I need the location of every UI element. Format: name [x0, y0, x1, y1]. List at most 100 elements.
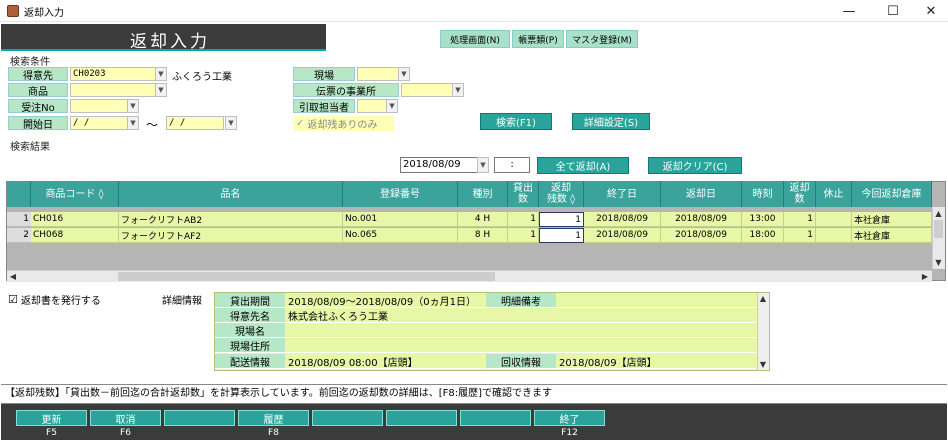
col-header-return-warehouse: 今回返却倉庫: [852, 181, 932, 207]
col-header-end-date: 終了日: [584, 181, 661, 207]
maximize-button[interactable]: ☐: [874, 0, 912, 22]
cell-product-name: フォークリフトAB2: [119, 212, 343, 227]
col-header-remain-count[interactable]: 返却 残数 ◊: [539, 181, 584, 207]
shohin-dropdown[interactable]: ▼: [155, 83, 167, 97]
scroll-down-icon[interactable]: ▼: [932, 256, 945, 268]
haiso-value: 2018/08/09 08:00【店頭】: [285, 354, 485, 369]
detail-settings-button[interactable]: 詳細設定(S): [572, 113, 650, 130]
denpyo-dropdown[interactable]: ▼: [452, 83, 464, 97]
cell-lend-count: 1: [508, 228, 539, 243]
tokuisaki-name: ふくろう工業: [172, 72, 232, 83]
scroll-right-icon[interactable]: ▶: [919, 270, 931, 282]
date-range-tilde: 〜: [146, 118, 159, 132]
genba-label: 現場: [293, 67, 355, 82]
return-clear-button[interactable]: 返却クリア(C): [648, 157, 742, 174]
col-header-kind: 種別: [458, 181, 508, 207]
return-date-input[interactable]: 2018/08/09: [400, 157, 478, 173]
cell-return-warehouse[interactable]: 本社倉庫: [852, 212, 932, 227]
cell-row-num: 1: [7, 212, 31, 227]
tokuisaki-dropdown[interactable]: ▼: [155, 67, 167, 81]
cell-time[interactable]: 18:00: [742, 228, 784, 243]
fkey-button-3[interactable]: [164, 410, 235, 426]
cell-return-date[interactable]: 2018/08/09: [661, 212, 742, 227]
cell-product-name: フォークリフトAF2: [119, 228, 343, 243]
menu-shori[interactable]: 処理画面(N): [440, 30, 510, 48]
date-from-input[interactable]: / /: [70, 116, 128, 130]
title-bar: [0, 0, 948, 22]
cell-product-code: CH016: [31, 212, 119, 227]
cell-return-warehouse[interactable]: 本社倉庫: [852, 228, 932, 243]
cell-time[interactable]: 13:00: [742, 212, 784, 227]
return-date-dropdown[interactable]: ▼: [477, 157, 489, 173]
close-button[interactable]: ✕: [912, 0, 948, 22]
date-to-input[interactable]: / /: [166, 116, 224, 130]
fkey-button-4[interactable]: 履歴: [238, 410, 309, 426]
genba-dropdown[interactable]: ▼: [398, 67, 410, 81]
tokuisaki-name-value: 株式会社ふくろう工業: [285, 308, 756, 323]
fkey-button-2[interactable]: 取消: [90, 410, 161, 426]
cell-return-count[interactable]: 1: [784, 212, 816, 227]
juchu-input[interactable]: [70, 99, 128, 113]
fkey-button-6[interactable]: [386, 410, 457, 426]
tokuisaki-label: 得意先: [8, 67, 68, 82]
chevron-down-icon: ▼: [130, 119, 136, 127]
fkey-button-8[interactable]: 終了: [534, 410, 605, 426]
col-header-time: 時刻: [742, 181, 784, 207]
cell-remain-count[interactable]: 1: [539, 228, 584, 243]
grid-hscroll-thumb[interactable]: [118, 272, 495, 281]
minimize-button[interactable]: —: [830, 0, 868, 22]
henkyaku-only-label: 返却残ありのみ: [307, 120, 378, 131]
date-to-dropdown[interactable]: ▼: [225, 116, 237, 130]
fkey-button-7[interactable]: [460, 410, 531, 426]
result-section-label: 検索結果: [10, 142, 50, 153]
scroll-up-icon[interactable]: ▲: [932, 207, 945, 219]
col-header-lend-count: 貸出 数: [508, 181, 539, 207]
shohin-input[interactable]: [70, 83, 156, 97]
chevron-down-icon: ▼: [389, 102, 395, 110]
menu-master[interactable]: マスタ登録(M): [566, 30, 638, 48]
all-return-button[interactable]: 全て返却(A): [537, 157, 629, 174]
grid-vscroll-thumb[interactable]: [934, 220, 943, 238]
fkey-label-4: F8: [268, 428, 279, 438]
col-header-product-code[interactable]: 商品コード ◊: [31, 181, 119, 207]
shohin-label: 商品: [8, 83, 68, 98]
app-icon: [7, 5, 19, 17]
denpyo-input[interactable]: [401, 83, 453, 97]
kaishi-label: 開始日: [8, 116, 68, 131]
cell-row-num: 2: [7, 228, 31, 243]
cell-lend-count: 1: [508, 212, 539, 227]
cell-end-date: 2018/08/09: [584, 228, 661, 243]
cell-end-date: 2018/08/09: [584, 212, 661, 227]
juchu-dropdown[interactable]: ▼: [127, 99, 139, 113]
date-from-dropdown[interactable]: ▼: [127, 116, 139, 130]
hikitori-dropdown[interactable]: ▼: [386, 99, 398, 113]
cell-kind: 8 H: [458, 228, 508, 243]
fkey-button-5[interactable]: [312, 410, 383, 426]
col-header-return-count: 返却 数: [784, 181, 816, 207]
denpyo-label: 伝票の事業所: [293, 83, 399, 98]
henkyaku-only-checkbox[interactable]: ✓ 返却残ありのみ: [294, 116, 394, 131]
kaishu-value: 2018/08/09【店頭】: [556, 354, 756, 369]
cell-return-count[interactable]: 1: [784, 228, 816, 243]
return-time-input[interactable]: :: [494, 157, 530, 173]
tokuisaki-code-input[interactable]: CH0203: [70, 67, 156, 81]
col-header-product-name: 品名: [119, 181, 343, 207]
chevron-down-icon: ▼: [455, 86, 461, 94]
juchu-label: 受注No: [8, 99, 68, 114]
cell-remain-count[interactable]: 1: [539, 212, 584, 227]
hikitori-label: 引取担当者: [293, 99, 355, 114]
detail-scroll-down-icon[interactable]: ▼: [757, 359, 769, 370]
genba-name-label: 現場名: [215, 323, 285, 338]
fkey-label-2: F6: [120, 428, 131, 438]
hikitori-input[interactable]: [357, 99, 387, 113]
kashidashi-label: 貸出期間: [215, 293, 285, 308]
genba-input[interactable]: [357, 67, 399, 81]
scroll-left-icon[interactable]: ◀: [7, 270, 19, 282]
cell-return-date[interactable]: 2018/08/09: [661, 228, 742, 243]
search-button[interactable]: 検索(F1): [480, 113, 552, 130]
menu-chohyo[interactable]: 帳票類(P): [512, 30, 564, 48]
issue-return-checkbox[interactable]: ☑ 返却書を発行する: [8, 292, 101, 307]
genba-address-label: 現場住所: [215, 338, 285, 353]
fkey-button-1[interactable]: 更新: [16, 410, 87, 426]
detail-scroll-up-icon[interactable]: ▲: [757, 293, 769, 304]
